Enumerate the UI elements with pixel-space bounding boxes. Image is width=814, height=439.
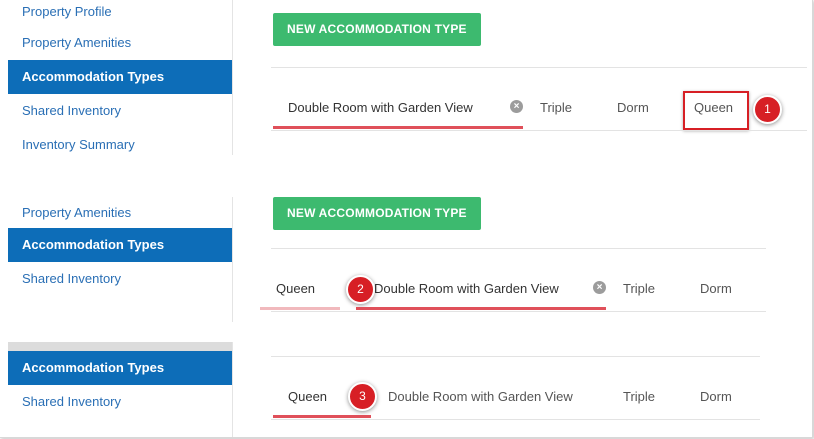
new-accommodation-type-button[interactable]: NEW ACCOMMODATION TYPE <box>273 13 481 46</box>
new-accommodation-type-button[interactable]: NEW ACCOMMODATION TYPE <box>273 197 481 230</box>
sidebar-item-accommodation-types[interactable]: Accommodation Types <box>8 228 232 262</box>
step-2-badge: 2 <box>346 275 375 304</box>
sidebar-item-shared-inventory[interactable]: Shared Inventory <box>8 94 232 128</box>
divider <box>271 67 807 68</box>
active-tab-underline <box>273 126 523 129</box>
tab-bar-bottom-line <box>271 419 760 420</box>
sidebar-item-property-amenities[interactable]: Property Amenities <box>8 26 232 60</box>
divider <box>271 356 760 357</box>
tab-triple[interactable]: Triple <box>623 389 655 404</box>
sidebar: Accommodation Types Shared Inventory <box>8 342 233 437</box>
tab-double-room-with-garden-view[interactable]: Double Room with Garden View <box>374 281 559 296</box>
close-icon[interactable]: × <box>510 100 523 113</box>
divider <box>271 248 766 249</box>
sidebar-item-property-amenities[interactable]: Property Amenities <box>8 200 232 228</box>
step-3-badge: 3 <box>348 382 377 411</box>
step-3-panel: Accommodation Types Shared Inventory Que… <box>0 342 812 437</box>
active-tab-underline <box>273 415 371 418</box>
screenshot-frame: Property Profile Property Amenities Acco… <box>0 0 813 438</box>
tab-queen[interactable]: Queen <box>288 389 327 404</box>
close-icon[interactable]: × <box>593 281 606 294</box>
sidebar-item-shared-inventory[interactable]: Shared Inventory <box>8 262 232 296</box>
sidebar-item-inventory-summary[interactable]: Inventory Summary <box>8 128 232 155</box>
sidebar-item-accommodation-types[interactable]: Accommodation Types <box>8 60 232 94</box>
tab-queen[interactable]: Queen <box>276 281 315 296</box>
step-1-badge: 1 <box>753 95 782 124</box>
sidebar: Property Profile Property Amenities Acco… <box>8 0 233 155</box>
tab-triple[interactable]: Triple <box>540 100 572 115</box>
tab-dorm[interactable]: Dorm <box>617 100 649 115</box>
sidebar: Property Amenities Accommodation Types S… <box>8 197 233 322</box>
step-1-panel: Property Profile Property Amenities Acco… <box>0 0 812 155</box>
tab-double-room-with-garden-view[interactable]: Double Room with Garden View <box>388 389 573 404</box>
sidebar-item-shared-inventory[interactable]: Shared Inventory <box>8 385 232 419</box>
tab-bar-bottom-line <box>271 311 766 312</box>
sidebar-item-property-profile[interactable]: Property Profile <box>8 0 232 26</box>
sidebar-scroll-edge <box>8 342 232 351</box>
tab-dorm[interactable]: Dorm <box>700 389 732 404</box>
tab-dorm[interactable]: Dorm <box>700 281 732 296</box>
drag-tab-underline <box>260 307 340 310</box>
sidebar-item-accommodation-types[interactable]: Accommodation Types <box>8 351 232 385</box>
tab-double-room-with-garden-view[interactable]: Double Room with Garden View <box>288 100 473 115</box>
step-2-panel: Property Amenities Accommodation Types S… <box>0 197 812 322</box>
tab-bar-bottom-line <box>271 130 807 131</box>
active-tab-underline <box>356 307 606 310</box>
highlight-box <box>683 91 749 130</box>
tab-triple[interactable]: Triple <box>623 281 655 296</box>
